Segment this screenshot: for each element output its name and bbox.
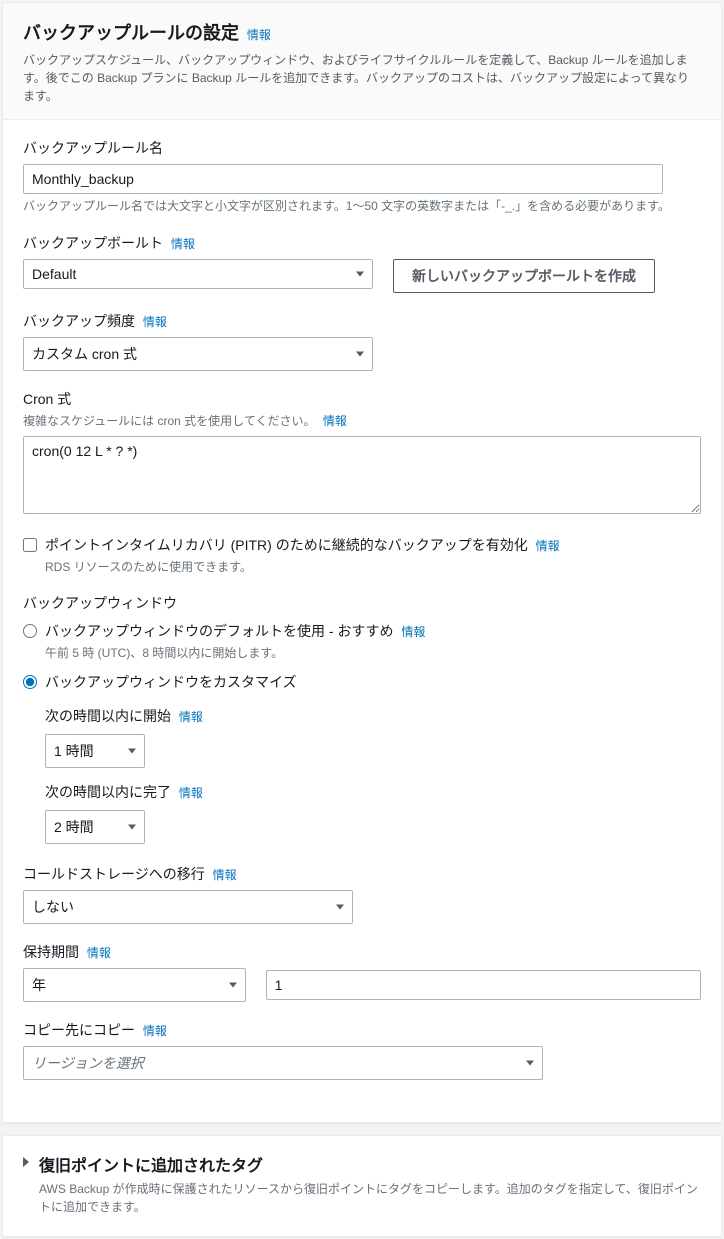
frequency-select[interactable]: カスタム cron 式 <box>23 337 373 371</box>
complete-within-select[interactable]: 2 時間 <box>45 810 145 844</box>
window-custom-radio[interactable] <box>23 675 37 689</box>
frequency-field: バックアップ頻度 情報 カスタム cron 式 <box>23 311 701 371</box>
cron-input[interactable] <box>23 436 701 514</box>
recovery-point-tags-panel: 復旧ポイントに追加されたタグ AWS Backup が作成時に保護されたリソース… <box>2 1135 722 1237</box>
pitr-info-link[interactable]: 情報 <box>536 539 560 553</box>
copy-destination-field: コピー先にコピー 情報 リージョンを選択 <box>23 1020 701 1080</box>
pitr-label: ポイントインタイムリカバリ (PITR) のために継続的なバックアップを有効化 <box>45 537 528 553</box>
cold-storage-field: コールドストレージへの移行 情報 しない <box>23 864 701 924</box>
frequency-info-link[interactable]: 情報 <box>143 315 167 329</box>
create-vault-button[interactable]: 新しいバックアップボールトを作成 <box>393 259 655 293</box>
chevron-down-icon <box>128 749 136 754</box>
chevron-down-icon <box>128 825 136 830</box>
start-within-select[interactable]: 1 時間 <box>45 734 145 768</box>
panel-title-info-link[interactable]: 情報 <box>247 28 271 42</box>
pitr-helper: RDS リソースのために使用できます。 <box>45 559 560 576</box>
frequency-label: バックアップ頻度 情報 <box>23 311 701 331</box>
complete-within-info-link[interactable]: 情報 <box>179 786 203 800</box>
rule-name-field: バックアップルール名 バックアップルール名では大文字と小文字が区別されます。1～… <box>23 138 701 215</box>
copy-destination-select[interactable]: リージョンを選択 <box>23 1046 543 1080</box>
retention-field: 保持期間 情報 年 <box>23 942 701 1002</box>
panel-description: バックアップスケジュール、バックアップウィンドウ、およびライフサイクルルールを定… <box>23 51 701 105</box>
vault-label: バックアップボールト 情報 <box>23 233 701 253</box>
cron-label: Cron 式 <box>23 389 701 409</box>
start-within-info-link[interactable]: 情報 <box>179 710 203 724</box>
start-within-field: 次の時間以内に開始 情報 1 時間 <box>45 706 701 768</box>
backup-window-heading: バックアップウィンドウ <box>23 593 701 613</box>
cron-field: Cron 式 複雑なスケジュールには cron 式を使用してください。 情報 <box>23 389 701 517</box>
tags-panel-desc: AWS Backup が作成時に保護されたリソースから復旧ポイントにタグをコピー… <box>39 1180 701 1216</box>
complete-within-field: 次の時間以内に完了 情報 2 時間 <box>45 782 701 844</box>
chevron-down-icon <box>356 271 364 276</box>
window-default-option: バックアップウィンドウのデフォルトを使用 - おすすめ 情報 午前 5 時 (U… <box>23 621 701 662</box>
window-custom-option: バックアップウィンドウをカスタマイズ <box>23 672 701 692</box>
retention-unit-select[interactable]: 年 <box>23 968 246 1002</box>
pitr-field: ポイントインタイムリカバリ (PITR) のために継続的なバックアップを有効化 … <box>23 535 701 576</box>
window-default-sub: 午前 5 時 (UTC)、8 時間以内に開始します。 <box>45 645 425 662</box>
chevron-down-icon <box>526 1061 534 1066</box>
retention-info-link[interactable]: 情報 <box>87 946 111 960</box>
rule-name-helper: バックアップルール名では大文字と小文字が区別されます。1～50 文字の英数字また… <box>23 198 701 215</box>
expand-toggle-icon[interactable] <box>23 1157 29 1167</box>
vault-select[interactable]: Default <box>23 259 373 289</box>
chevron-down-icon <box>356 351 364 356</box>
backup-window-field: バックアップウィンドウ バックアップウィンドウのデフォルトを使用 - おすすめ … <box>23 593 701 844</box>
cold-storage-select[interactable]: しない <box>23 890 353 924</box>
panel-title: バックアップルールの設定 <box>23 23 239 43</box>
vault-info-link[interactable]: 情報 <box>171 237 195 251</box>
chevron-down-icon <box>229 983 237 988</box>
vault-field: バックアップボールト 情報 Default 新しいバックアップボールトを作成 <box>23 233 701 293</box>
window-default-info-link[interactable]: 情報 <box>401 625 425 639</box>
retention-value-input[interactable] <box>266 970 701 1000</box>
window-default-radio[interactable] <box>23 624 37 638</box>
copy-info-link[interactable]: 情報 <box>143 1024 167 1038</box>
chevron-down-icon <box>336 905 344 910</box>
panel-header: バックアップルールの設定 情報 バックアップスケジュール、バックアップウィンドウ… <box>3 3 721 120</box>
cron-info-link[interactable]: 情報 <box>323 414 347 428</box>
backup-rule-settings-panel: バックアップルールの設定 情報 バックアップスケジュール、バックアップウィンドウ… <box>2 2 722 1123</box>
cold-info-link[interactable]: 情報 <box>213 868 237 882</box>
tags-panel-title: 復旧ポイントに追加されたタグ <box>39 1152 701 1176</box>
rule-name-label: バックアップルール名 <box>23 138 701 158</box>
rule-name-input[interactable] <box>23 164 663 194</box>
cron-helper: 複雑なスケジュールには cron 式を使用してください。 情報 <box>23 413 701 430</box>
pitr-checkbox[interactable] <box>23 538 37 552</box>
